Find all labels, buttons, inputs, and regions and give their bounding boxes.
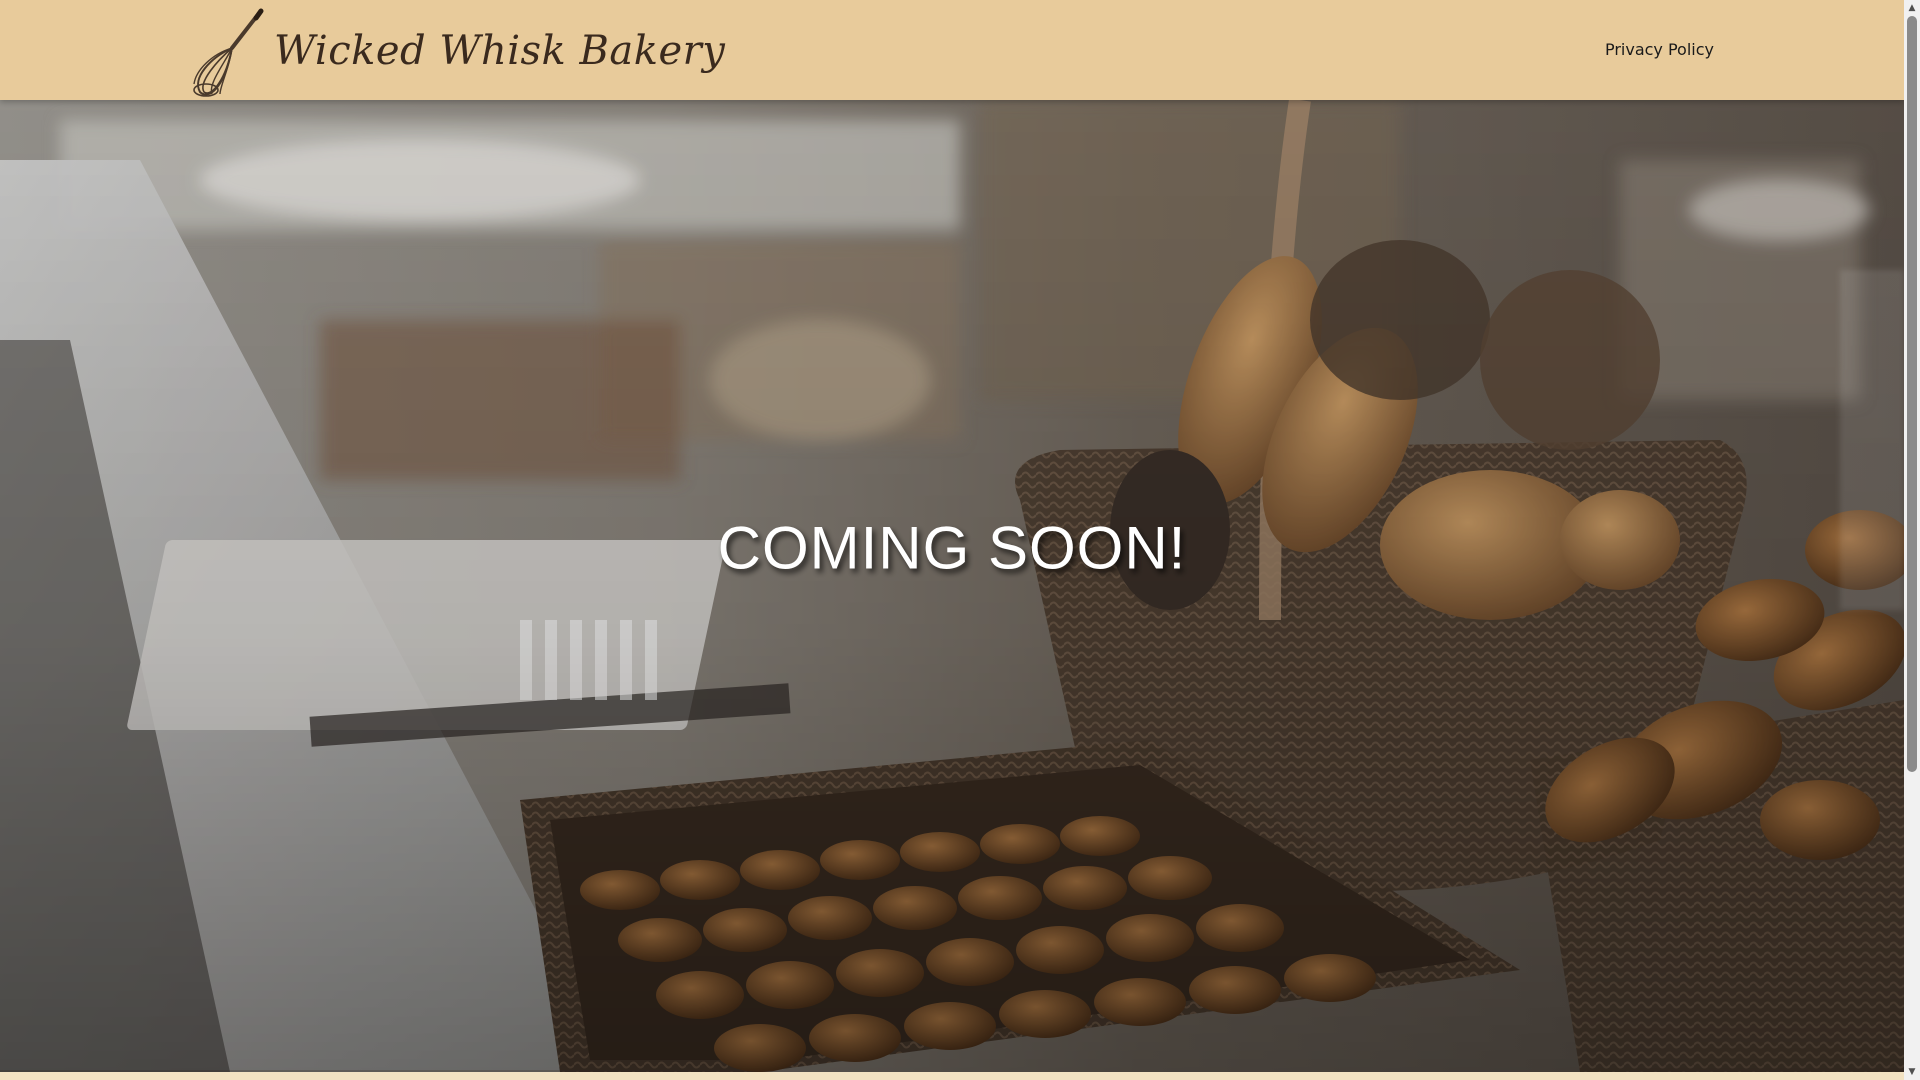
nav-privacy-policy-link[interactable]: Privacy Policy	[1605, 40, 1714, 59]
hero-section: COMING SOON!	[0, 100, 1904, 1072]
home-logo-link[interactable]: Wicked Whisk Bakery	[190, 6, 725, 97]
footer-strip	[0, 1072, 1904, 1080]
site-header: Wicked Whisk Bakery Privacy Policy	[0, 0, 1904, 100]
scroll-down-arrow-icon[interactable]: ▼	[1904, 1064, 1920, 1080]
whisk-icon	[193, 8, 264, 97]
scroll-up-arrow-icon[interactable]: ▲	[1904, 0, 1920, 16]
hero-overlay	[0, 100, 1904, 1072]
scrollbar-thumb[interactable]	[1907, 16, 1917, 772]
page: Wicked Whisk Bakery Privacy Policy COMIN…	[0, 0, 1920, 1080]
hero-title: COMING SOON!	[717, 514, 1187, 582]
page-scrollbar[interactable]: ▲ ▼	[1904, 0, 1920, 1080]
brand-name: Wicked Whisk Bakery	[274, 28, 726, 74]
